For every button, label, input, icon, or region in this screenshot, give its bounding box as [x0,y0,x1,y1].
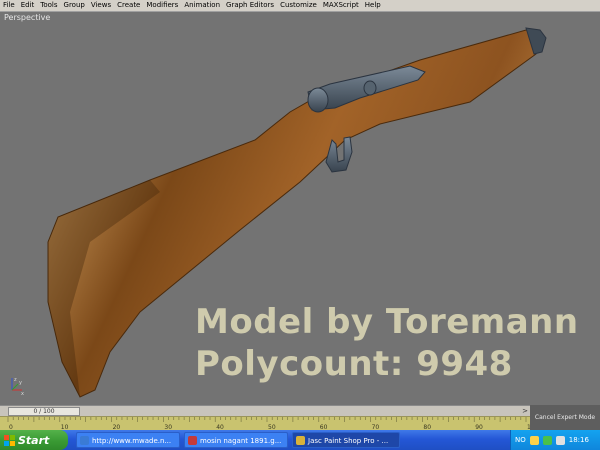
perspective-viewport[interactable]: Perspective Model by Toremann Polycount:… [0,12,600,405]
menu-views[interactable]: Views [88,0,114,11]
menu-maxscript[interactable]: MAXScript [320,0,362,11]
task-label: mosin nagant 1891.g... [200,437,282,445]
taskbar: Start http://www.mwade.n... mosin nagant… [0,430,600,450]
bolt-knob [307,87,329,113]
volume-icon[interactable] [555,435,565,445]
menu-customize[interactable]: Customize [277,0,320,11]
menu-tools[interactable]: Tools [37,0,60,11]
track-bar-ticks: 0102030405060708090100 [7,417,530,431]
menu-file[interactable]: File [0,0,18,11]
system-tray: NO 18:16 [510,430,600,450]
track-bar[interactable]: 0102030405060708090100 [0,416,530,431]
network-icon[interactable] [542,435,552,445]
task-browser[interactable]: http://www.mwade.n... [76,432,180,448]
time-slider-thumb[interactable]: 0 / 100 [8,407,80,416]
menu-animation[interactable]: Animation [181,0,223,11]
clock: 18:16 [568,436,589,444]
task-paint-shop-pro[interactable]: Jasc Paint Shop Pro - ... [292,432,400,448]
start-label: Start [18,433,50,447]
menu-help[interactable]: Help [362,0,384,11]
time-next-arrow-icon[interactable]: > [522,407,528,416]
tray-app-icon[interactable] [529,435,539,445]
axis-tripod-icon: z x y [11,377,24,396]
menu-edit[interactable]: Edit [18,0,38,11]
image-icon [188,436,197,445]
polycount-text: Polycount: 9948 [195,344,513,384]
menu-graph-editors[interactable]: Graph Editors [223,0,277,11]
task-image-viewer[interactable]: mosin nagant 1891.g... [184,432,288,448]
paint-shop-pro-icon [296,436,305,445]
axis-y-label: y [19,380,22,386]
task-label: http://www.mwade.n... [92,437,172,445]
task-label: Jasc Paint Shop Pro - ... [308,437,389,445]
menu-bar: File Edit Tools Group Views Create Modif… [0,0,600,12]
axis-x-label: x [21,391,24,396]
axis-z-label: z [14,377,17,383]
cancel-expert-mode-button[interactable]: Cancel Expert Mode [530,405,600,430]
internet-explorer-icon [80,436,89,445]
menu-group[interactable]: Group [61,0,88,11]
credit-text: Model by Toremann [195,302,579,342]
windows-logo-icon [4,434,15,446]
menu-create[interactable]: Create [114,0,143,11]
language-indicator[interactable]: NO [515,436,526,444]
viewport-label[interactable]: Perspective [4,13,50,22]
start-button[interactable]: Start [0,430,68,450]
menu-modifiers[interactable]: Modifiers [143,0,181,11]
